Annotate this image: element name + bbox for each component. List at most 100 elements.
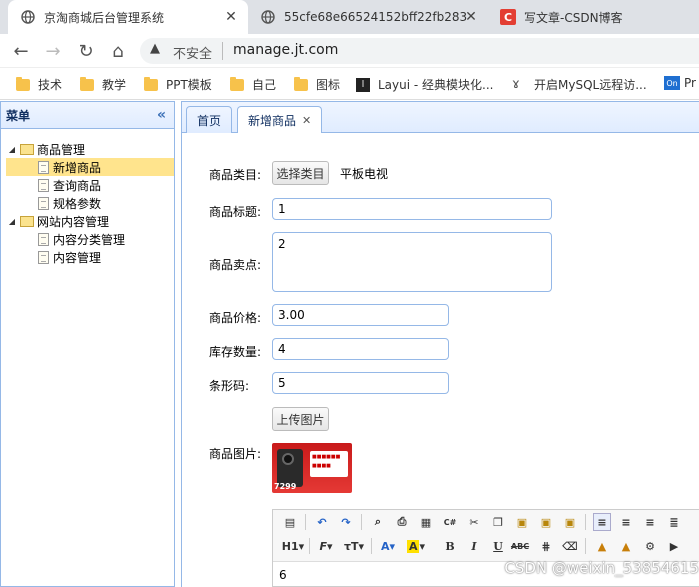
upload-image-button[interactable]: 上传图片 bbox=[272, 407, 329, 431]
stock-input[interactable]: 4 bbox=[272, 338, 449, 360]
select-category-button[interactable]: 选择类目 bbox=[272, 161, 329, 185]
paste-text-icon[interactable]: ▣ bbox=[537, 513, 555, 531]
menu-title: 菜单 bbox=[6, 108, 31, 123]
warning-icon[interactable]: ▲ bbox=[150, 41, 160, 56]
tree-node-label: 网站内容管理 bbox=[37, 214, 110, 229]
close-icon[interactable]: ✕ bbox=[222, 8, 240, 26]
preview-icon[interactable]: ⌕ bbox=[369, 513, 387, 531]
browser-tab-bar: 京淘商城后台管理系统 ✕ 55cfe68e66524152bff22fb283 … bbox=[0, 0, 699, 34]
bookmark-mysql[interactable]: ɤ 开启MySQL远程访... bbox=[512, 76, 647, 93]
tree-node-content-category[interactable]: 内容分类管理 bbox=[6, 230, 174, 248]
category-value: 平板电视 bbox=[340, 167, 389, 181]
omnibox[interactable]: ▲ 不安全 manage.jt.com bbox=[140, 38, 699, 64]
back-icon[interactable]: ← bbox=[11, 41, 31, 62]
multi-image-icon[interactable]: ▲ bbox=[617, 537, 635, 555]
paste-icon[interactable]: ▣ bbox=[513, 513, 531, 531]
folder-icon bbox=[144, 76, 158, 91]
align-right-icon[interactable]: ≡ bbox=[641, 513, 659, 531]
product-image-thumbnail[interactable]: ■■■■■■ ■■■■ 7299 bbox=[272, 443, 352, 493]
font-family-button[interactable]: F ▾ bbox=[315, 537, 337, 555]
align-left-icon[interactable]: ≡ bbox=[593, 513, 611, 531]
font-color-button[interactable]: A ▾ bbox=[377, 537, 399, 555]
home-icon[interactable]: ⌂ bbox=[108, 41, 128, 62]
underline-button[interactable]: U bbox=[489, 537, 507, 555]
sellpoint-textarea[interactable]: 2 bbox=[272, 232, 552, 292]
flash-icon[interactable]: ⚙ bbox=[641, 537, 659, 555]
tree-node-label: 内容分类管理 bbox=[53, 232, 126, 247]
image-insert-icon[interactable]: ▲ bbox=[593, 537, 611, 555]
code-icon[interactable]: C# bbox=[441, 513, 459, 531]
bookmark-folder[interactable]: 教学 bbox=[80, 76, 126, 93]
bookmark-label: 自己 bbox=[252, 78, 277, 92]
bookmark-folder[interactable]: 技术 bbox=[16, 76, 62, 93]
browser-tab-title: 京淘商城后台管理系统 bbox=[44, 10, 165, 25]
tree-node-query-product[interactable]: 查询商品 bbox=[6, 176, 174, 194]
highlight-color-button[interactable]: A ▾ bbox=[405, 537, 427, 555]
media-icon[interactable]: ▶ bbox=[665, 537, 683, 555]
heading-label: H1 bbox=[281, 539, 299, 553]
undo-icon[interactable]: ↶ bbox=[313, 513, 331, 531]
forward-icon[interactable]: → bbox=[43, 41, 63, 62]
file-icon bbox=[38, 250, 49, 264]
strikethrough-button[interactable]: ABC bbox=[511, 537, 529, 555]
tree-node-spec-params[interactable]: 规格参数 bbox=[6, 194, 174, 212]
bookmark-folder[interactable]: PPT模板 bbox=[144, 76, 212, 93]
barcode-input[interactable]: 5 bbox=[272, 372, 449, 394]
heading-button[interactable]: H1 ▾ bbox=[281, 537, 305, 555]
image-price-text: 7299 bbox=[274, 482, 297, 491]
category-label: 商品类目: bbox=[209, 168, 262, 182]
font-size-button[interactable]: τ T ▾ bbox=[343, 537, 365, 555]
tree-node-content-mgmt[interactable]: 内容管理 bbox=[6, 248, 174, 266]
title-input[interactable]: 1 bbox=[272, 198, 552, 220]
template-icon[interactable]: ▦ bbox=[417, 513, 435, 531]
menu-header: 菜单 « bbox=[1, 102, 174, 129]
tree-node-label: 商品管理 bbox=[37, 142, 86, 157]
expand-triangle-icon[interactable]: ◢ bbox=[6, 217, 18, 226]
bookmark-label: 技术 bbox=[38, 78, 63, 92]
align-center-icon[interactable]: ≡ bbox=[617, 513, 635, 531]
divider bbox=[222, 42, 223, 60]
copy-icon[interactable]: ❐ bbox=[489, 513, 507, 531]
align-justify-icon[interactable]: ≣ bbox=[665, 513, 683, 531]
italic-button[interactable]: I bbox=[465, 537, 483, 555]
close-icon[interactable]: ✕ bbox=[462, 8, 480, 26]
browser-tab[interactable]: C 写文章-CSDN博客 bbox=[488, 0, 699, 34]
collapse-icon[interactable]: « bbox=[157, 107, 166, 123]
eraser-icon[interactable]: ⌫ bbox=[561, 537, 579, 555]
expand-triangle-icon[interactable]: ◢ bbox=[6, 145, 18, 154]
editor-toolbar: ▤ ↶ ↷ ⌕ ⎙ ▦ C# ✂ ❐ ▣ ▣ ▣ ≡ ≡ ≡ ≣ H1 ▾ F ▾ … bbox=[273, 510, 699, 562]
browser-tab[interactable]: 55cfe68e66524152bff22fb283 ✕ bbox=[248, 0, 488, 34]
csdn-logo-icon: C bbox=[500, 9, 516, 25]
bookmark-layui[interactable]: l Layui - 经典模块化... bbox=[356, 76, 493, 93]
barcode-label: 条形码: bbox=[209, 379, 250, 393]
editor-content[interactable]: 6 bbox=[279, 568, 287, 582]
url-text[interactable]: manage.jt.com bbox=[233, 42, 338, 58]
bold-button[interactable]: B bbox=[441, 537, 459, 555]
source-icon[interactable]: ▤ bbox=[281, 513, 299, 531]
bookmark-folder[interactable]: 自己 bbox=[230, 76, 276, 93]
print-icon[interactable]: ⎙ bbox=[393, 513, 411, 531]
bookmark-pr[interactable]: On Pr bbox=[664, 76, 696, 90]
tab-home[interactable]: 首页 bbox=[186, 106, 233, 133]
close-icon[interactable]: ✕ bbox=[302, 114, 311, 127]
security-label[interactable]: 不安全 bbox=[173, 43, 212, 62]
tree-node-label: 内容管理 bbox=[53, 250, 102, 265]
paste-word-icon[interactable]: ▣ bbox=[561, 513, 579, 531]
file-icon bbox=[38, 178, 49, 192]
mysql-logo-icon: ɤ bbox=[512, 77, 520, 92]
tab-label: 首页 bbox=[197, 113, 222, 128]
table-icon[interactable]: ⋕ bbox=[537, 537, 555, 555]
price-input[interactable]: 3.00 bbox=[272, 304, 449, 326]
browser-tab-active[interactable]: 京淘商城后台管理系统 ✕ bbox=[8, 0, 248, 34]
tree-node-product-mgmt[interactable]: ◢ 商品管理 bbox=[6, 140, 174, 158]
folder-icon bbox=[80, 76, 94, 91]
redo-icon[interactable]: ↷ bbox=[337, 513, 355, 531]
bookmark-folder[interactable]: 图标 bbox=[294, 76, 340, 93]
tab-add-product[interactable]: 新增商品 ✕ bbox=[237, 106, 323, 134]
cut-icon[interactable]: ✂ bbox=[465, 513, 483, 531]
image-label: 商品图片: bbox=[209, 447, 262, 461]
tree-node-site-content[interactable]: ◢ 网站内容管理 bbox=[6, 212, 174, 230]
reload-icon[interactable]: ↻ bbox=[76, 41, 96, 62]
sellpoint-label: 商品卖点: bbox=[209, 258, 262, 272]
tree-node-add-product[interactable]: 新增商品 bbox=[6, 158, 174, 176]
